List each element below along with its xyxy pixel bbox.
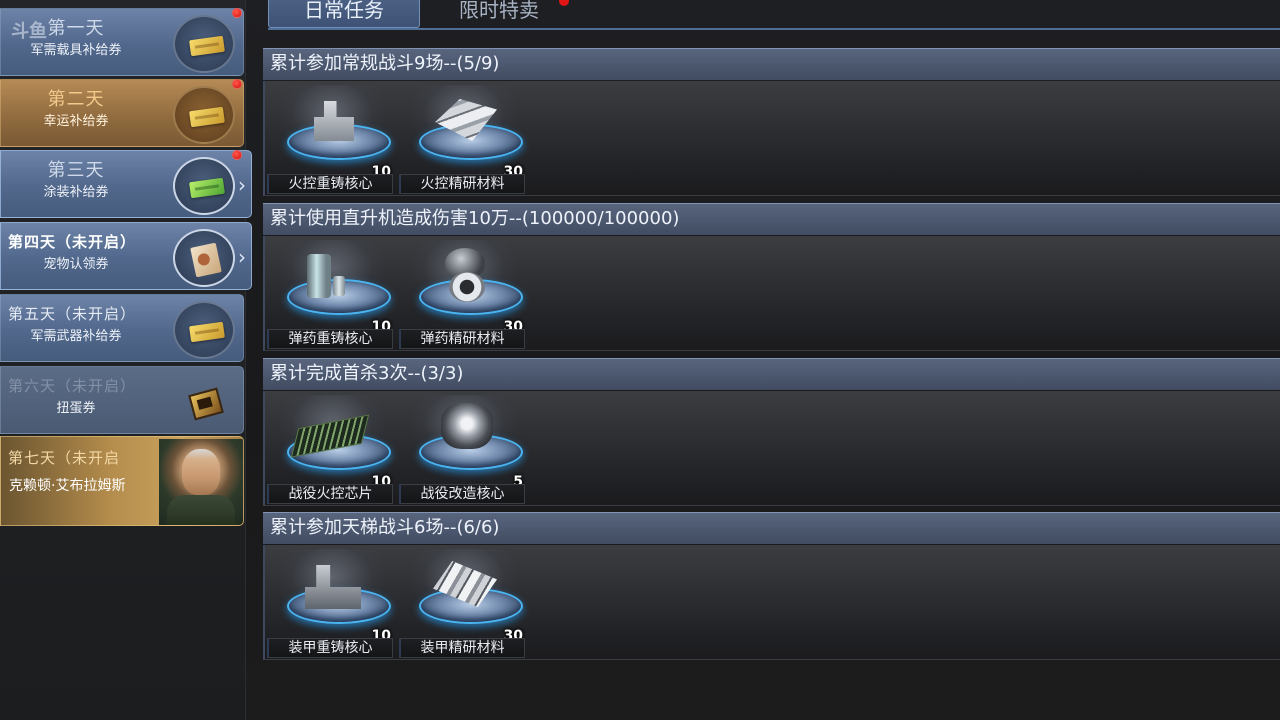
chevron-right-icon: ›	[238, 245, 246, 269]
ammo-recast-core-icon	[307, 254, 331, 298]
day-3-notification-dot	[232, 150, 242, 160]
reward-name: 战役火控芯片	[267, 484, 393, 504]
ammo-material-icon	[449, 272, 485, 302]
reward-name: 装甲精研材料	[399, 638, 525, 658]
day-5-card[interactable]: 第五天（未开启） 军需武器补给券	[0, 294, 244, 362]
day-1-card[interactable]: 斗鱼 第一天 军需载具补给券	[0, 8, 244, 76]
vehicle-ticket-icon	[189, 35, 225, 57]
event-screen: 斗鱼 第一天 军需载具补给券 第二天 幸运补给券 第三天 涂装补给券 › 第四天…	[0, 0, 1280, 720]
day-6-reward-slot	[173, 373, 235, 431]
reward-name: 弹药精研材料	[399, 329, 525, 349]
task-card: 累计参加天梯战斗6场--(6/6) 10 装甲重铸核心 30 装甲精研材料	[263, 512, 1280, 660]
tab-bar: 日常任务 限时特卖	[268, 0, 1280, 30]
reward-item[interactable]: 10 装甲重铸核心	[267, 545, 393, 659]
reward-name: 火控重铸核心	[267, 174, 393, 194]
day-5-title: 第五天（未开启）	[8, 305, 137, 323]
task-rewards: 10 火控重铸核心 30 火控精研材料	[263, 81, 1280, 196]
gacha-ticket-icon	[188, 387, 224, 421]
task-title: 累计完成首杀3次--(3/3)	[263, 358, 1280, 390]
tab-limited-sale[interactable]: 限时特卖	[428, 0, 570, 28]
day-2-notification-dot	[232, 79, 242, 89]
task-card: 累计使用直升机造成伤害10万--(100000/100000) 10 弹药重铸核…	[263, 203, 1280, 351]
day-6-title: 第六天（未开启）	[8, 377, 137, 395]
task-rewards: 10 装甲重铸核心 30 装甲精研材料	[263, 545, 1280, 660]
day-1-reward-name: 军需载具补给券	[30, 43, 122, 58]
day-2-reward-name: 幸运补给券	[43, 114, 109, 129]
task-title: 累计参加天梯战斗6场--(6/6)	[263, 512, 1280, 544]
ammo-canister-small-icon	[333, 276, 345, 296]
pet-voucher-icon	[190, 242, 222, 278]
reward-name: 装甲重铸核心	[267, 638, 393, 658]
day-2-card[interactable]: 第二天 幸运补给券	[0, 79, 244, 147]
reward-item[interactable]: 30 装甲精研材料	[399, 545, 525, 659]
task-rewards: 10 弹药重铸核心 30 弹药精研材料	[263, 236, 1280, 351]
day-4-card[interactable]: 第四天（未开启） 宠物认领券 ›	[0, 222, 252, 290]
day-3-card[interactable]: 第三天 涂装补给券 ›	[0, 150, 252, 218]
reward-item[interactable]: 10 战役火控芯片	[267, 391, 393, 505]
reward-item[interactable]: 10 火控重铸核心	[267, 81, 393, 195]
reward-item[interactable]: 5 战役改造核心	[399, 391, 525, 505]
day-6-card[interactable]: 第六天（未开启） 扭蛋券	[0, 366, 244, 434]
reward-item[interactable]: 30 弹药精研材料	[399, 236, 525, 350]
day-7-reward-name: 克赖顿·艾布拉姆斯	[9, 478, 126, 494]
day-2-reward-slot	[173, 86, 235, 144]
day-1-title: 第一天	[47, 18, 105, 39]
tab-daily-tasks[interactable]: 日常任务	[268, 0, 420, 28]
day-7-card[interactable]: 第七天（未开启 克赖顿·艾布拉姆斯	[0, 436, 244, 526]
task-card: 累计参加常规战斗9场--(5/9) 10 火控重铸核心 30 火控精研材料	[263, 48, 1280, 196]
commander-portrait	[159, 439, 243, 525]
day-4-reward-name: 宠物认领券	[43, 257, 109, 272]
lucky-ticket-icon	[189, 106, 225, 128]
day-4-title: 第四天（未开启）	[8, 233, 137, 251]
day-2-title: 第二天	[47, 89, 105, 110]
day-1-reward-slot	[173, 15, 235, 73]
day-4-reward-slot	[173, 229, 235, 287]
day-3-reward-name: 涂装补给券	[43, 185, 109, 200]
day-6-reward-name: 扭蛋券	[56, 401, 96, 416]
task-rewards: 10 战役火控芯片 5 战役改造核心	[263, 391, 1280, 506]
weapon-ticket-icon	[189, 321, 225, 343]
day-3-title: 第三天	[47, 160, 105, 181]
reward-item[interactable]: 30 火控精研材料	[399, 81, 525, 195]
task-title: 累计使用直升机造成伤害10万--(100000/100000)	[263, 203, 1280, 235]
campaign-mod-core-icon	[441, 403, 493, 449]
reward-name: 弹药重铸核心	[267, 329, 393, 349]
reward-name: 战役改造核心	[399, 484, 525, 504]
day-7-title: 第七天（未开启	[8, 449, 121, 467]
day-5-reward-name: 军需武器补给券	[30, 329, 122, 344]
day-1-notification-dot	[232, 8, 242, 18]
chevron-right-icon: ›	[238, 173, 246, 197]
daily-login-sidebar: 斗鱼 第一天 军需载具补给券 第二天 幸运补给券 第三天 涂装补给券 › 第四天…	[0, 0, 252, 720]
task-title: 累计参加常规战斗9场--(5/9)	[263, 48, 1280, 80]
reward-name: 火控精研材料	[399, 174, 525, 194]
day-3-reward-slot	[173, 157, 235, 215]
task-card: 累计完成首杀3次--(3/3) 10 战役火控芯片 5 战役改造核心	[263, 358, 1280, 506]
reward-item[interactable]: 10 弹药重铸核心	[267, 236, 393, 350]
tab-underline	[268, 28, 1280, 30]
paint-ticket-icon	[189, 177, 225, 199]
day-5-reward-slot	[173, 301, 235, 359]
